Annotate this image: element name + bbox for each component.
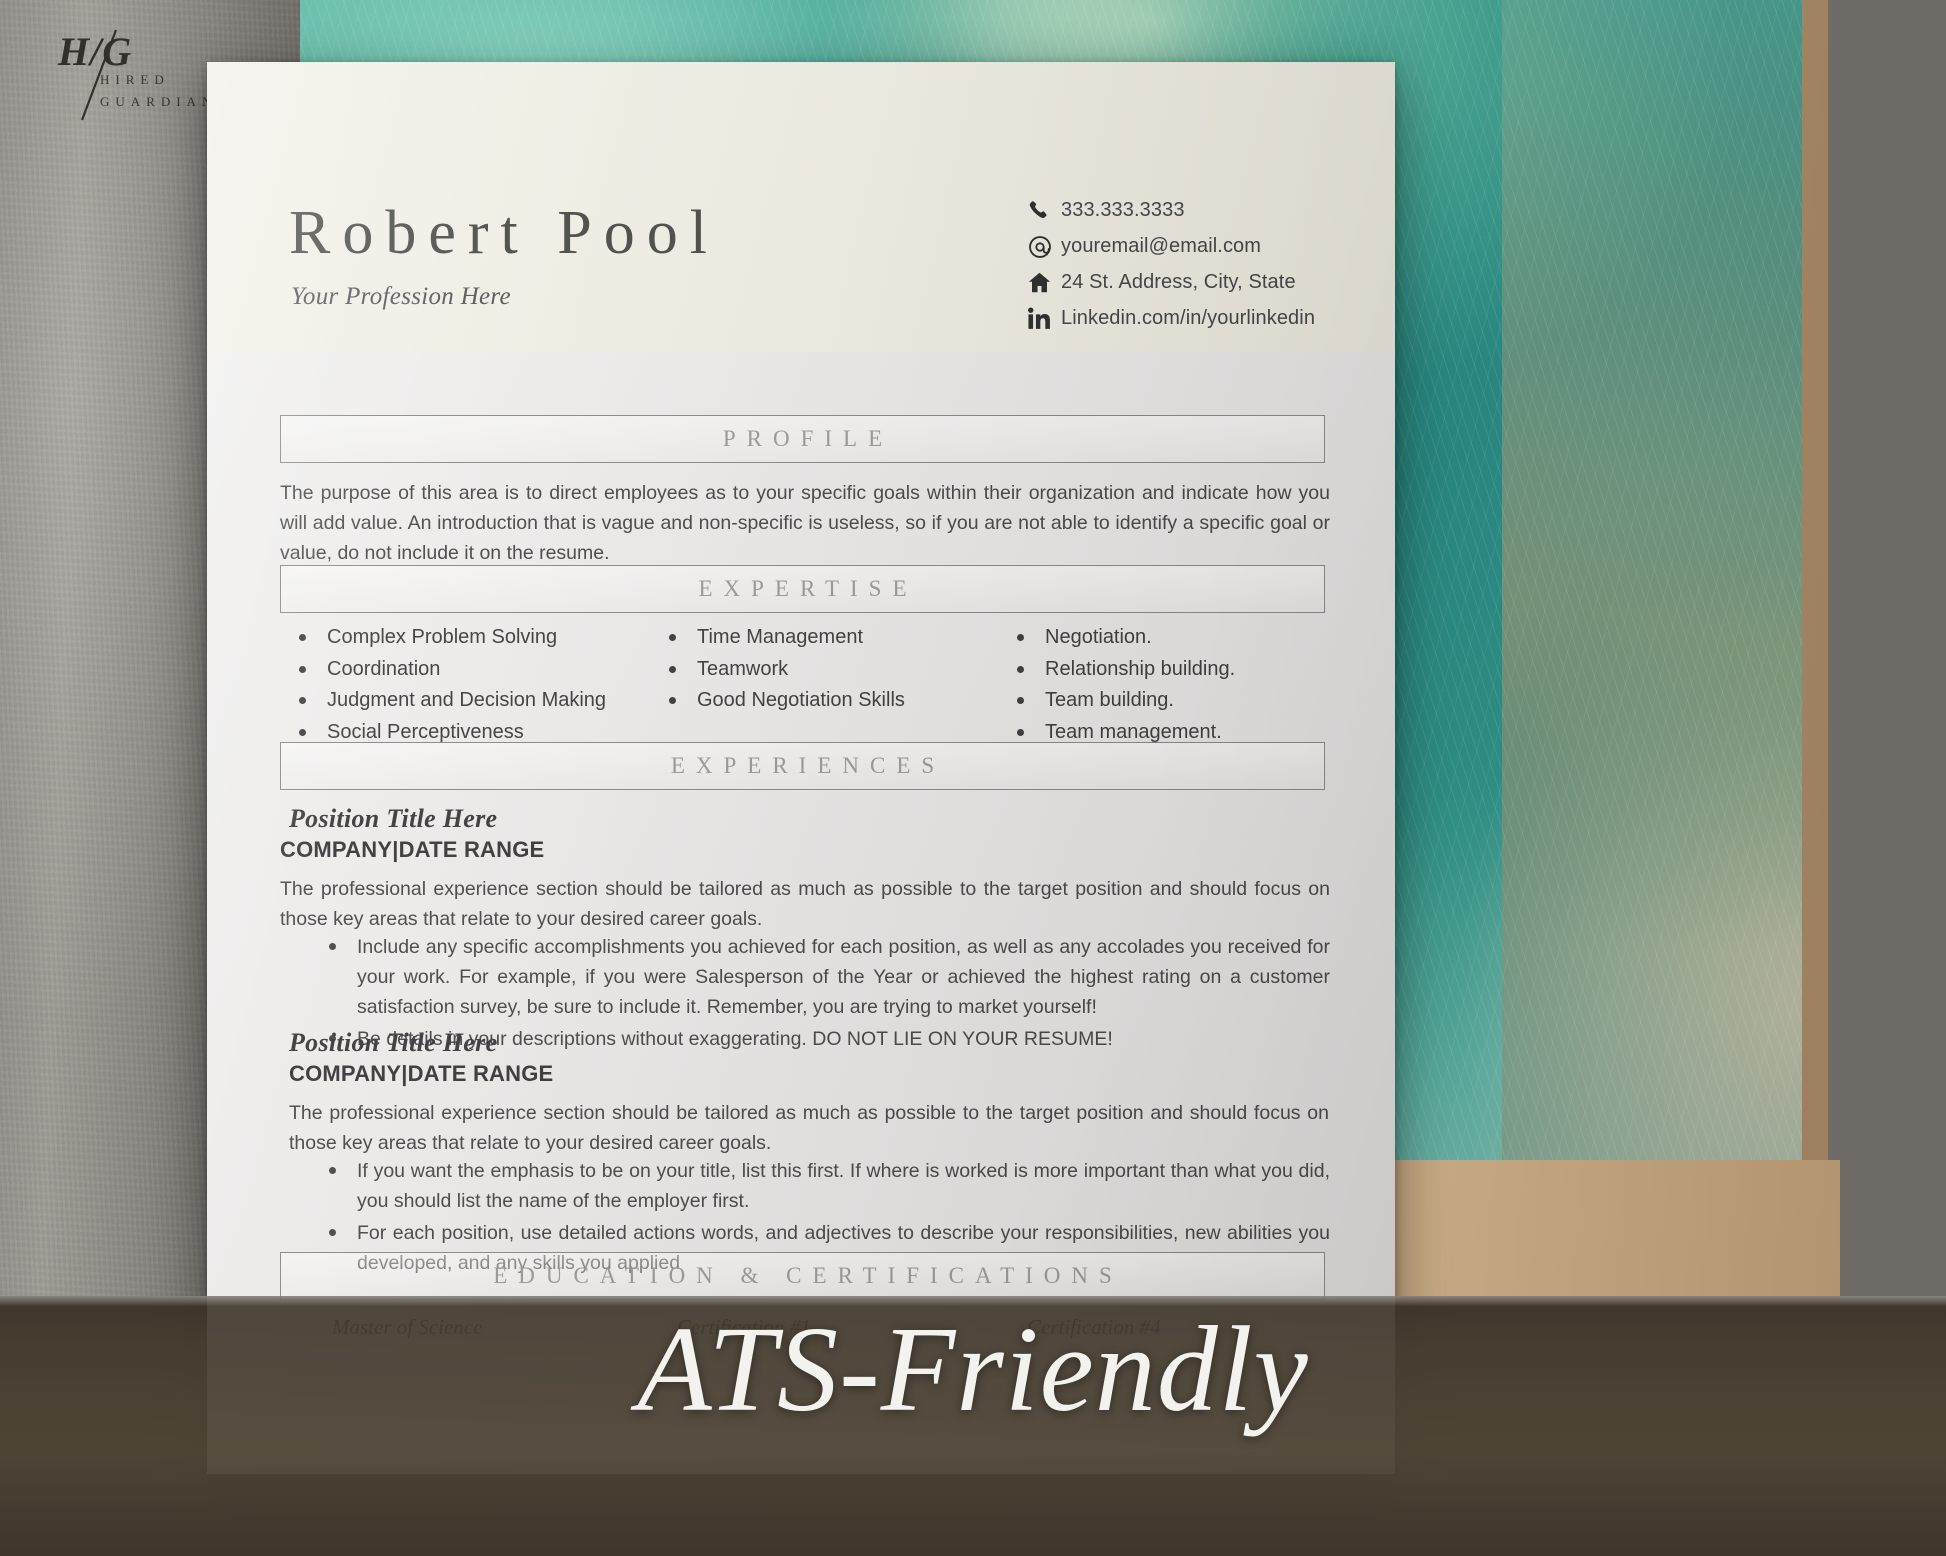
brand-logo-line1: HIRED xyxy=(100,72,170,87)
expertise-item: Coordination xyxy=(289,654,619,685)
contact-phone-value[interactable]: 333.333.3333 xyxy=(1061,199,1185,222)
experience-summary: The professional experience section shou… xyxy=(280,878,1330,930)
resume-body: PROFILE The purpose of this area is to d… xyxy=(207,352,1395,1474)
phone-icon xyxy=(1027,199,1061,223)
expertise-item: Complex Problem Solving xyxy=(289,622,619,653)
home-icon xyxy=(1027,270,1061,295)
expertise-item: Teamwork xyxy=(659,654,979,685)
experience-title: Position Title Here xyxy=(289,1028,498,1057)
contact-linkedin-value[interactable]: Linkedin.com/in/yourlinkedin xyxy=(1061,307,1315,330)
experience-title: Position Title Here xyxy=(289,804,498,833)
email-icon xyxy=(1027,234,1061,260)
expertise-item: Negotiation. xyxy=(1007,622,1327,653)
experience-summary: The professional experience section shou… xyxy=(289,1102,1329,1154)
expertise-item: Relationship building. xyxy=(1007,654,1327,685)
experience-company: COMPANY|DATE RANGE xyxy=(280,837,545,862)
expertise-column-2: Time Management Teamwork Good Negotiatio… xyxy=(659,622,979,717)
brand-logo-line2: GUARDIAN xyxy=(100,94,218,109)
contact-block: 333.333.3333 youremail@email.com 24 St. … xyxy=(1027,194,1357,338)
contact-address-value: 24 St. Address, City, State xyxy=(1061,271,1296,293)
expertise-column-3: Negotiation. Relationship building. Team… xyxy=(1007,622,1327,748)
profile-body-text: The purpose of this area is to direct em… xyxy=(280,482,1330,564)
linkedin-icon xyxy=(1027,306,1061,331)
experience-bullet: Include any specific accomplishments you… xyxy=(317,932,1330,1022)
section-header-experiences: EXPERIENCES xyxy=(280,742,1325,790)
contact-row-address: 24 St. Address, City, State xyxy=(1027,266,1357,299)
section-title-experiences: EXPERIENCES xyxy=(670,753,946,778)
contact-email-value[interactable]: youremail@email.com xyxy=(1061,235,1261,258)
resume-page: Robert Pool Your Profession Here 333.333… xyxy=(207,62,1395,1474)
contact-row-phone: 333.333.3333 xyxy=(1027,194,1357,227)
section-title-education: EDUCATION & CERTIFICATIONS xyxy=(493,1263,1123,1288)
expertise-item: Judgment and Decision Making xyxy=(289,685,619,716)
experience-company: COMPANY|DATE RANGE xyxy=(289,1061,554,1086)
section-header-expertise: EXPERTISE xyxy=(280,565,1325,613)
artwork-sand-edge xyxy=(1502,0,1802,1295)
candidate-profession: Your Profession Here xyxy=(291,283,511,310)
education-item: Certification #4 xyxy=(1027,1315,1161,1339)
section-header-education: EDUCATION & CERTIFICATIONS xyxy=(280,1252,1325,1300)
experience-bullet: If you want the emphasis to be on your t… xyxy=(317,1156,1330,1216)
screenshot-stage: H/G HIRED GUARDIAN Robert Pool Your Prof… xyxy=(0,0,1946,1556)
resume-header: Robert Pool Your Profession Here 333.333… xyxy=(207,62,1395,352)
section-title-expertise: EXPERTISE xyxy=(698,576,918,601)
expertise-item: Good Negotiation Skills xyxy=(659,685,979,716)
section-title-profile: PROFILE xyxy=(722,426,894,451)
education-item: Master of Science xyxy=(332,1315,483,1339)
contact-row-linkedin: Linkedin.com/in/yourlinkedin xyxy=(1027,302,1357,335)
expertise-item: Time Management xyxy=(659,622,979,653)
expertise-column-1: Complex Problem Solving Coordination Jud… xyxy=(289,622,619,748)
contact-row-email: youremail@email.com xyxy=(1027,230,1357,263)
section-header-profile: PROFILE xyxy=(280,415,1325,463)
expertise-item: Team building. xyxy=(1007,685,1327,716)
education-item: Certification #1 xyxy=(677,1315,811,1339)
candidate-name: Robert Pool xyxy=(289,199,719,267)
